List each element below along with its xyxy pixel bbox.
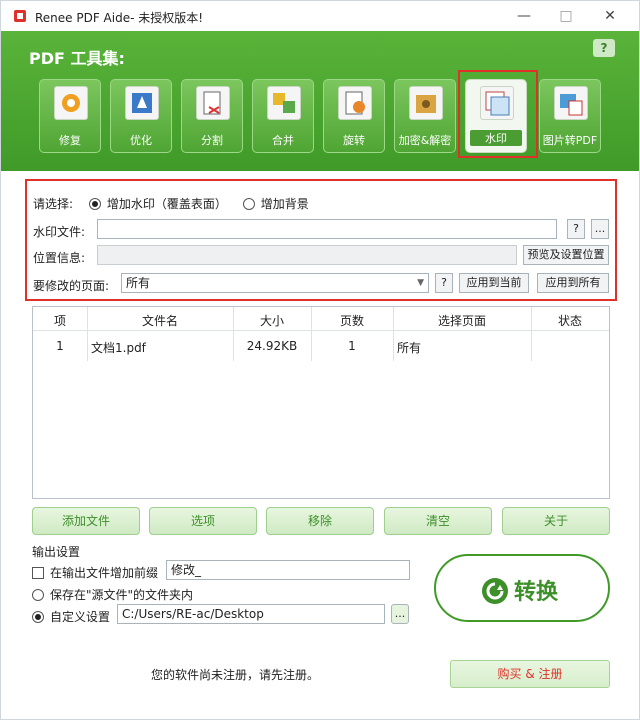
pages-select[interactable]: 所有 ▼	[121, 273, 429, 293]
tool-split[interactable]: 分割	[181, 79, 243, 153]
help-button[interactable]: ?	[593, 39, 615, 57]
convert-label: 转换	[514, 580, 559, 605]
rotate-icon	[338, 86, 372, 120]
position-label: 位置信息:	[33, 251, 86, 265]
minimize-button[interactable]: —	[509, 5, 539, 27]
prefix-checkbox[interactable]: 在输出文件增加前缀	[32, 564, 158, 581]
optimize-icon	[125, 86, 159, 120]
title-bar: Renee PDF Aide- 未授权版本! — □ ✕	[1, 1, 639, 31]
radio-off-icon	[32, 589, 44, 601]
registration-notice: 您的软件尚未注册，请先注册。	[151, 668, 320, 682]
tool-image-to-pdf[interactable]: 图片转PDF	[539, 79, 601, 153]
apply-current-button[interactable]: 应用到当前	[459, 273, 529, 293]
encrypt-icon	[409, 86, 443, 120]
tool-label: 图片转PDF	[542, 134, 598, 147]
close-button[interactable]: ✕	[595, 5, 625, 27]
tools-header: PDF 工具集: ? 修复 优化 分割 合并 旋转 加密&解密 水印 图片转PD…	[1, 31, 639, 171]
tools-title: PDF 工具集:	[29, 49, 125, 68]
watermark-options-panel: 请选择: 增加水印（覆盖表面） 增加背景 水印文件: ? ... 位置信息: 预…	[25, 179, 617, 301]
clear-button[interactable]: 清空	[384, 507, 492, 535]
checkbox-icon	[32, 567, 44, 579]
merge-icon	[267, 86, 301, 120]
position-field	[97, 245, 517, 265]
watermark-file-input[interactable]	[97, 219, 557, 239]
prefix-label: 在输出文件增加前缀	[50, 566, 159, 580]
tool-label: 加密&解密	[398, 134, 452, 147]
image-to-pdf-icon	[554, 86, 588, 120]
about-button[interactable]: 关于	[502, 507, 610, 535]
window-title: Renee PDF Aide- 未授权版本!	[35, 11, 204, 25]
tool-encrypt[interactable]: 加密&解密	[394, 79, 456, 153]
table-header: 项 文件名 大小 页数 选择页面 状态	[33, 307, 609, 331]
file-table[interactable]: 项 文件名 大小 页数 选择页面 状态 1 文档1.pdf 24.92KB 1 …	[32, 306, 610, 499]
radio-watermark[interactable]: 增加水印（覆盖表面）	[88, 197, 227, 211]
browse-output-button[interactable]: ...	[391, 604, 409, 624]
active-tool-highlight	[458, 70, 538, 158]
custom-path-radio[interactable]: 自定义设置	[32, 608, 110, 625]
radio-watermark-label: 增加水印（覆盖表面）	[106, 197, 227, 211]
save-source-label: 保存在"源文件"的文件夹内	[50, 588, 194, 602]
buy-register-button[interactable]: 购买 & 注册	[450, 660, 610, 688]
tool-label: 修复	[59, 134, 81, 147]
radio-background-label: 增加背景	[260, 197, 309, 211]
prefix-value: 修改_	[171, 563, 202, 577]
custom-path-input[interactable]: C:/Users/RE-ac/Desktop	[117, 604, 385, 624]
pages-help-button[interactable]: ?	[435, 273, 453, 293]
tool-repair[interactable]: 修复	[39, 79, 101, 153]
watermark-file-label: 水印文件:	[33, 225, 86, 239]
split-icon	[196, 86, 230, 120]
apply-all-button[interactable]: 应用到所有	[537, 273, 609, 293]
col-selection: 选择页面	[437, 314, 486, 328]
tool-label: 分割	[201, 134, 223, 147]
row-filename: 文档1.pdf	[91, 341, 146, 355]
tool-optimize[interactable]: 优化	[110, 79, 172, 153]
prefix-input[interactable]: 修改_	[166, 560, 410, 580]
remove-button[interactable]: 移除	[266, 507, 374, 535]
tool-rotate[interactable]: 旋转	[323, 79, 385, 153]
col-status: 状态	[557, 314, 582, 328]
pages-select-value: 所有	[126, 276, 151, 290]
custom-label: 自定义设置	[50, 610, 111, 624]
tool-label: 合并	[272, 134, 294, 147]
repair-icon	[54, 86, 88, 120]
maximize-button[interactable]: □	[551, 5, 581, 27]
row-pages: 1	[348, 339, 356, 353]
radio-background[interactable]: 增加背景	[242, 197, 309, 211]
tool-label: 旋转	[343, 134, 365, 147]
app-logo-icon	[14, 10, 26, 22]
convert-icon	[482, 578, 508, 604]
app-window: Renee PDF Aide- 未授权版本! — □ ✕ PDF 工具集: ? …	[0, 0, 640, 720]
tool-label: 优化	[130, 134, 152, 147]
column-divider	[87, 307, 88, 361]
add-file-button[interactable]: 添加文件	[32, 507, 140, 535]
custom-path-value: C:/Users/RE-ac/Desktop	[122, 607, 264, 621]
radio-on-icon	[88, 198, 101, 210]
row-index: 1	[56, 339, 64, 353]
chevron-down-icon: ▼	[417, 278, 424, 288]
browse-watermark-button[interactable]: ...	[591, 219, 609, 239]
pages-label: 要修改的页面:	[33, 279, 110, 293]
save-source-radio[interactable]: 保存在"源文件"的文件夹内	[32, 586, 193, 603]
column-divider	[393, 307, 394, 361]
row-selection: 所有	[397, 341, 422, 355]
column-divider	[531, 307, 532, 361]
col-filename: 文件名	[141, 314, 178, 328]
tool-merge[interactable]: 合并	[252, 79, 314, 153]
convert-button[interactable]: 转换	[434, 554, 610, 622]
col-index: 项	[53, 314, 66, 328]
row-size: 24.92KB	[246, 339, 298, 353]
watermark-help-button[interactable]: ?	[567, 219, 585, 239]
radio-off-icon	[242, 198, 255, 210]
col-pages: 页数	[339, 314, 364, 328]
output-settings-title: 输出设置	[32, 545, 81, 559]
preview-position-button[interactable]: 预览及设置位置	[523, 245, 609, 265]
select-label: 请选择:	[33, 197, 74, 211]
options-button[interactable]: 选项	[149, 507, 257, 535]
radio-on-icon	[32, 611, 44, 623]
mode-row: 请选择: 增加水印（覆盖表面） 增加背景	[33, 195, 309, 212]
col-size: 大小	[259, 314, 284, 328]
